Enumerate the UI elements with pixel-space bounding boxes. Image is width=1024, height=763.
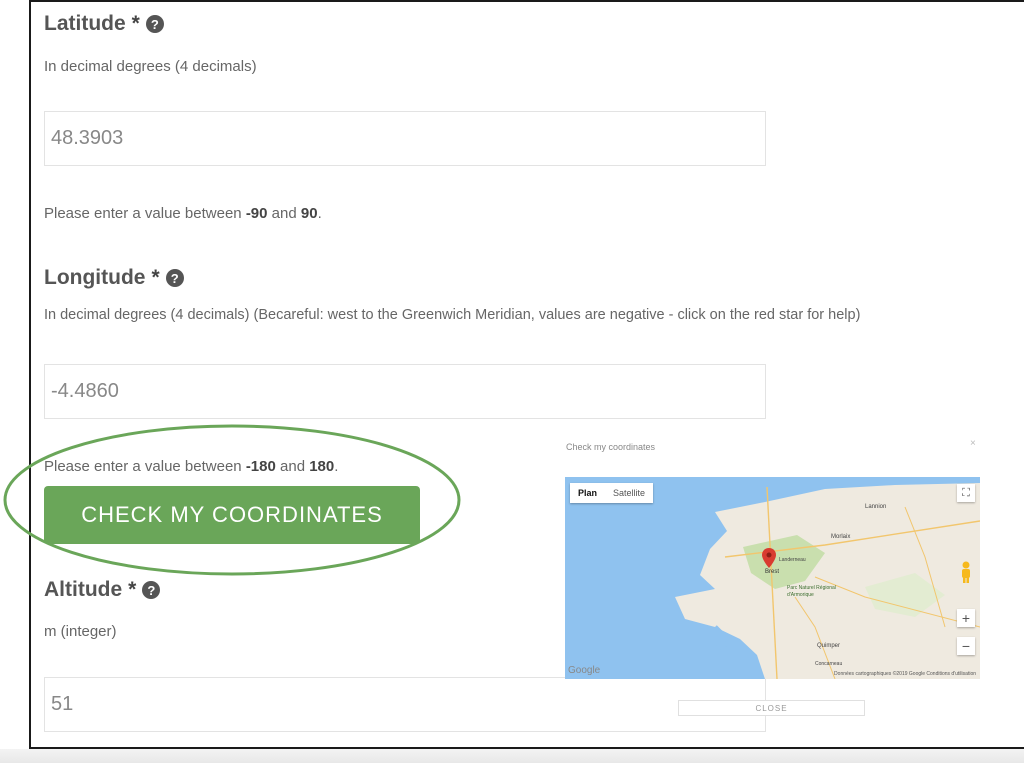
map-popup-close-icon[interactable]: ×: [970, 438, 976, 449]
latitude-label-text: Latitude: [44, 12, 126, 35]
latitude-max: 90: [300, 205, 318, 222]
latitude-field[interactable]: [44, 111, 766, 166]
latitude-range-hint: Please enter a value between -90 and 90.: [44, 205, 322, 222]
map-place-parc: Parc Naturel Régional d'Armorique: [787, 585, 836, 598]
required-star[interactable]: *: [128, 578, 136, 602]
highlight-ellipse: [3, 424, 461, 576]
altitude-label-text: Altitude: [44, 578, 123, 601]
zoom-in-button[interactable]: +: [957, 609, 975, 627]
map-attribution[interactable]: Données cartographiques ©2019 Google Con…: [834, 671, 976, 677]
map-place-concarneau: Concarneau: [815, 661, 843, 667]
required-star[interactable]: *: [151, 266, 159, 290]
latitude-hint: In decimal degrees (4 decimals): [44, 58, 257, 75]
required-star[interactable]: *: [132, 12, 140, 36]
longitude-hint: In decimal degrees (4 decimals) (Becaref…: [44, 307, 861, 323]
latitude-min: -90: [245, 205, 268, 222]
map-canvas: [675, 483, 980, 679]
help-icon[interactable]: ?: [142, 581, 161, 599]
altitude-field[interactable]: [44, 677, 766, 732]
map-place-quimper: Quimper: [817, 643, 841, 649]
fullscreen-icon[interactable]: ⛶: [957, 484, 975, 502]
map-place-brest: Brest: [765, 569, 780, 575]
longitude-label-text: Longitude: [44, 266, 146, 289]
help-icon[interactable]: ?: [165, 269, 184, 287]
map-tab-satellite[interactable]: Satellite: [605, 483, 653, 503]
map-place-lannion: Lannion: [865, 504, 887, 510]
map-type-tabs: Plan Satellite: [570, 483, 654, 503]
location-marker-icon[interactable]: [762, 548, 776, 568]
map-tab-plan[interactable]: Plan: [570, 483, 605, 503]
help-icon[interactable]: ?: [145, 15, 164, 33]
coordinates-map[interactable]: Brest Morlaix Landerneau Parc Naturel Ré…: [565, 477, 980, 679]
map-popup-title: Check my coordinates: [566, 442, 656, 452]
altitude-label: Altitude * ?: [44, 578, 161, 602]
longitude-label: Longitude * ?: [44, 266, 184, 290]
longitude-field[interactable]: [44, 364, 766, 419]
pegman-icon[interactable]: [959, 561, 973, 583]
map-place-landerneau: Landerneau: [779, 557, 806, 563]
map-place-morlaix: Morlaix: [831, 534, 851, 540]
map-close-button[interactable]: CLOSE: [678, 700, 865, 716]
window-bottom-strip: [0, 749, 1024, 763]
latitude-label: Latitude * ?: [44, 12, 164, 36]
altitude-hint: m (integer): [44, 623, 117, 640]
google-logo: Google: [568, 665, 601, 676]
zoom-out-button[interactable]: −: [957, 637, 975, 655]
